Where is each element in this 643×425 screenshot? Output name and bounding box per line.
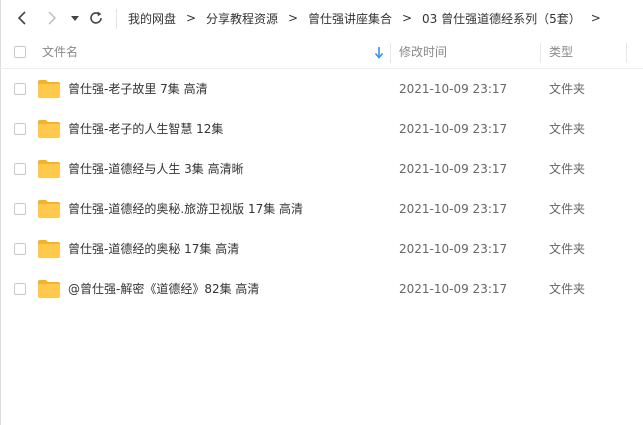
file-modified: 2021-10-09 23:17 — [399, 82, 508, 96]
file-row[interactable]: 曾仕强-老子故里 7集 高清 2021-10-09 23:17 文件夹 — [0, 69, 643, 109]
file-name[interactable]: 曾仕强-老子故里 7集 高清 — [68, 69, 208, 109]
file-type: 文件夹 — [549, 82, 586, 96]
column-header-type[interactable]: 类型 — [549, 36, 573, 68]
row-checkbox[interactable] — [14, 243, 26, 255]
folder-icon — [38, 80, 60, 98]
file-type: 文件夹 — [549, 242, 586, 256]
file-type: 文件夹 — [549, 282, 586, 296]
column-header-name[interactable]: 文件名 — [42, 36, 78, 68]
row-checkbox[interactable] — [14, 283, 26, 295]
row-checkbox[interactable] — [14, 163, 26, 175]
folder-icon — [38, 160, 60, 178]
select-all-checkbox[interactable] — [14, 46, 26, 58]
row-checkbox[interactable] — [14, 203, 26, 215]
breadcrumb-separator: > — [288, 11, 299, 25]
file-type: 文件夹 — [549, 122, 586, 136]
column-divider[interactable] — [390, 43, 391, 63]
toolbar: 我的网盘 > 分享教程资源 > 曾仕强讲座集合 > 03 曾仕强道德经系列（5套… — [0, 0, 643, 36]
history-dropdown-button[interactable] — [69, 12, 81, 24]
chevron-left-icon — [17, 11, 26, 25]
file-modified: 2021-10-09 23:17 — [399, 282, 508, 296]
file-list-header: 文件名 修改时间 类型 — [0, 36, 643, 69]
folder-icon — [38, 200, 60, 218]
file-name[interactable]: 曾仕强-老子的人生智慧 12集 — [68, 109, 223, 149]
row-checkbox[interactable] — [14, 83, 26, 95]
forward-button[interactable] — [42, 8, 62, 28]
refresh-button[interactable] — [87, 9, 105, 27]
file-type: 文件夹 — [549, 162, 586, 176]
column-divider[interactable] — [540, 43, 541, 63]
file-name[interactable]: 曾仕强-道德经与人生 3集 高清晰 — [68, 149, 244, 189]
column-header-modified[interactable]: 修改时间 — [399, 36, 447, 68]
file-name[interactable]: @曾仕强-解密《道德经》82集 高清 — [68, 269, 259, 309]
breadcrumb: 我的网盘 > 分享教程资源 > 曾仕强讲座集合 > 03 曾仕强道德经系列（5套… — [128, 0, 611, 36]
file-row[interactable]: @曾仕强-解密《道德经》82集 高清 2021-10-09 23:17 文件夹 — [0, 269, 643, 309]
file-row[interactable]: 曾仕强-老子的人生智慧 12集 2021-10-09 23:17 文件夹 — [0, 109, 643, 149]
breadcrumb-separator: > — [402, 11, 413, 25]
file-modified: 2021-10-09 23:17 — [399, 242, 508, 256]
folder-icon — [38, 280, 60, 298]
back-button[interactable] — [12, 8, 32, 28]
chevron-right-icon — [48, 11, 57, 25]
row-checkbox[interactable] — [14, 123, 26, 135]
folder-icon — [38, 240, 60, 258]
breadcrumb-item[interactable]: 分享教程资源 — [206, 10, 278, 27]
caret-down-icon — [71, 15, 79, 21]
file-row[interactable]: 曾仕强-道德经的奥秘 17集 高清 2021-10-09 23:17 文件夹 — [0, 229, 643, 269]
file-name[interactable]: 曾仕强-道德经的奥秘 17集 高清 — [68, 229, 239, 269]
folder-icon — [38, 120, 60, 138]
breadcrumb-separator: > — [185, 11, 197, 25]
refresh-icon — [90, 11, 102, 24]
breadcrumb-item[interactable]: 我的网盘 — [128, 10, 176, 27]
file-modified: 2021-10-09 23:17 — [399, 122, 508, 136]
file-row[interactable]: 曾仕强-道德经与人生 3集 高清晰 2021-10-09 23:17 文件夹 — [0, 149, 643, 189]
breadcrumb-separator: > — [590, 11, 601, 25]
breadcrumb-item[interactable]: 曾仕强讲座集合 — [308, 10, 392, 27]
file-modified: 2021-10-09 23:17 — [399, 202, 508, 216]
arrow-down-icon[interactable] — [374, 47, 384, 59]
file-row[interactable]: 曾仕强-道德经的奥秘.旅游卫视版 17集 高清 2021-10-09 23:17… — [0, 189, 643, 229]
file-name[interactable]: 曾仕强-道德经的奥秘.旅游卫视版 17集 高清 — [68, 189, 303, 229]
file-type: 文件夹 — [549, 202, 586, 216]
file-modified: 2021-10-09 23:17 — [399, 162, 508, 176]
breadcrumb-item-current[interactable]: 03 曾仕强道德经系列（5套） — [422, 10, 581, 27]
toolbar-divider — [116, 9, 117, 29]
column-divider[interactable] — [626, 43, 627, 63]
